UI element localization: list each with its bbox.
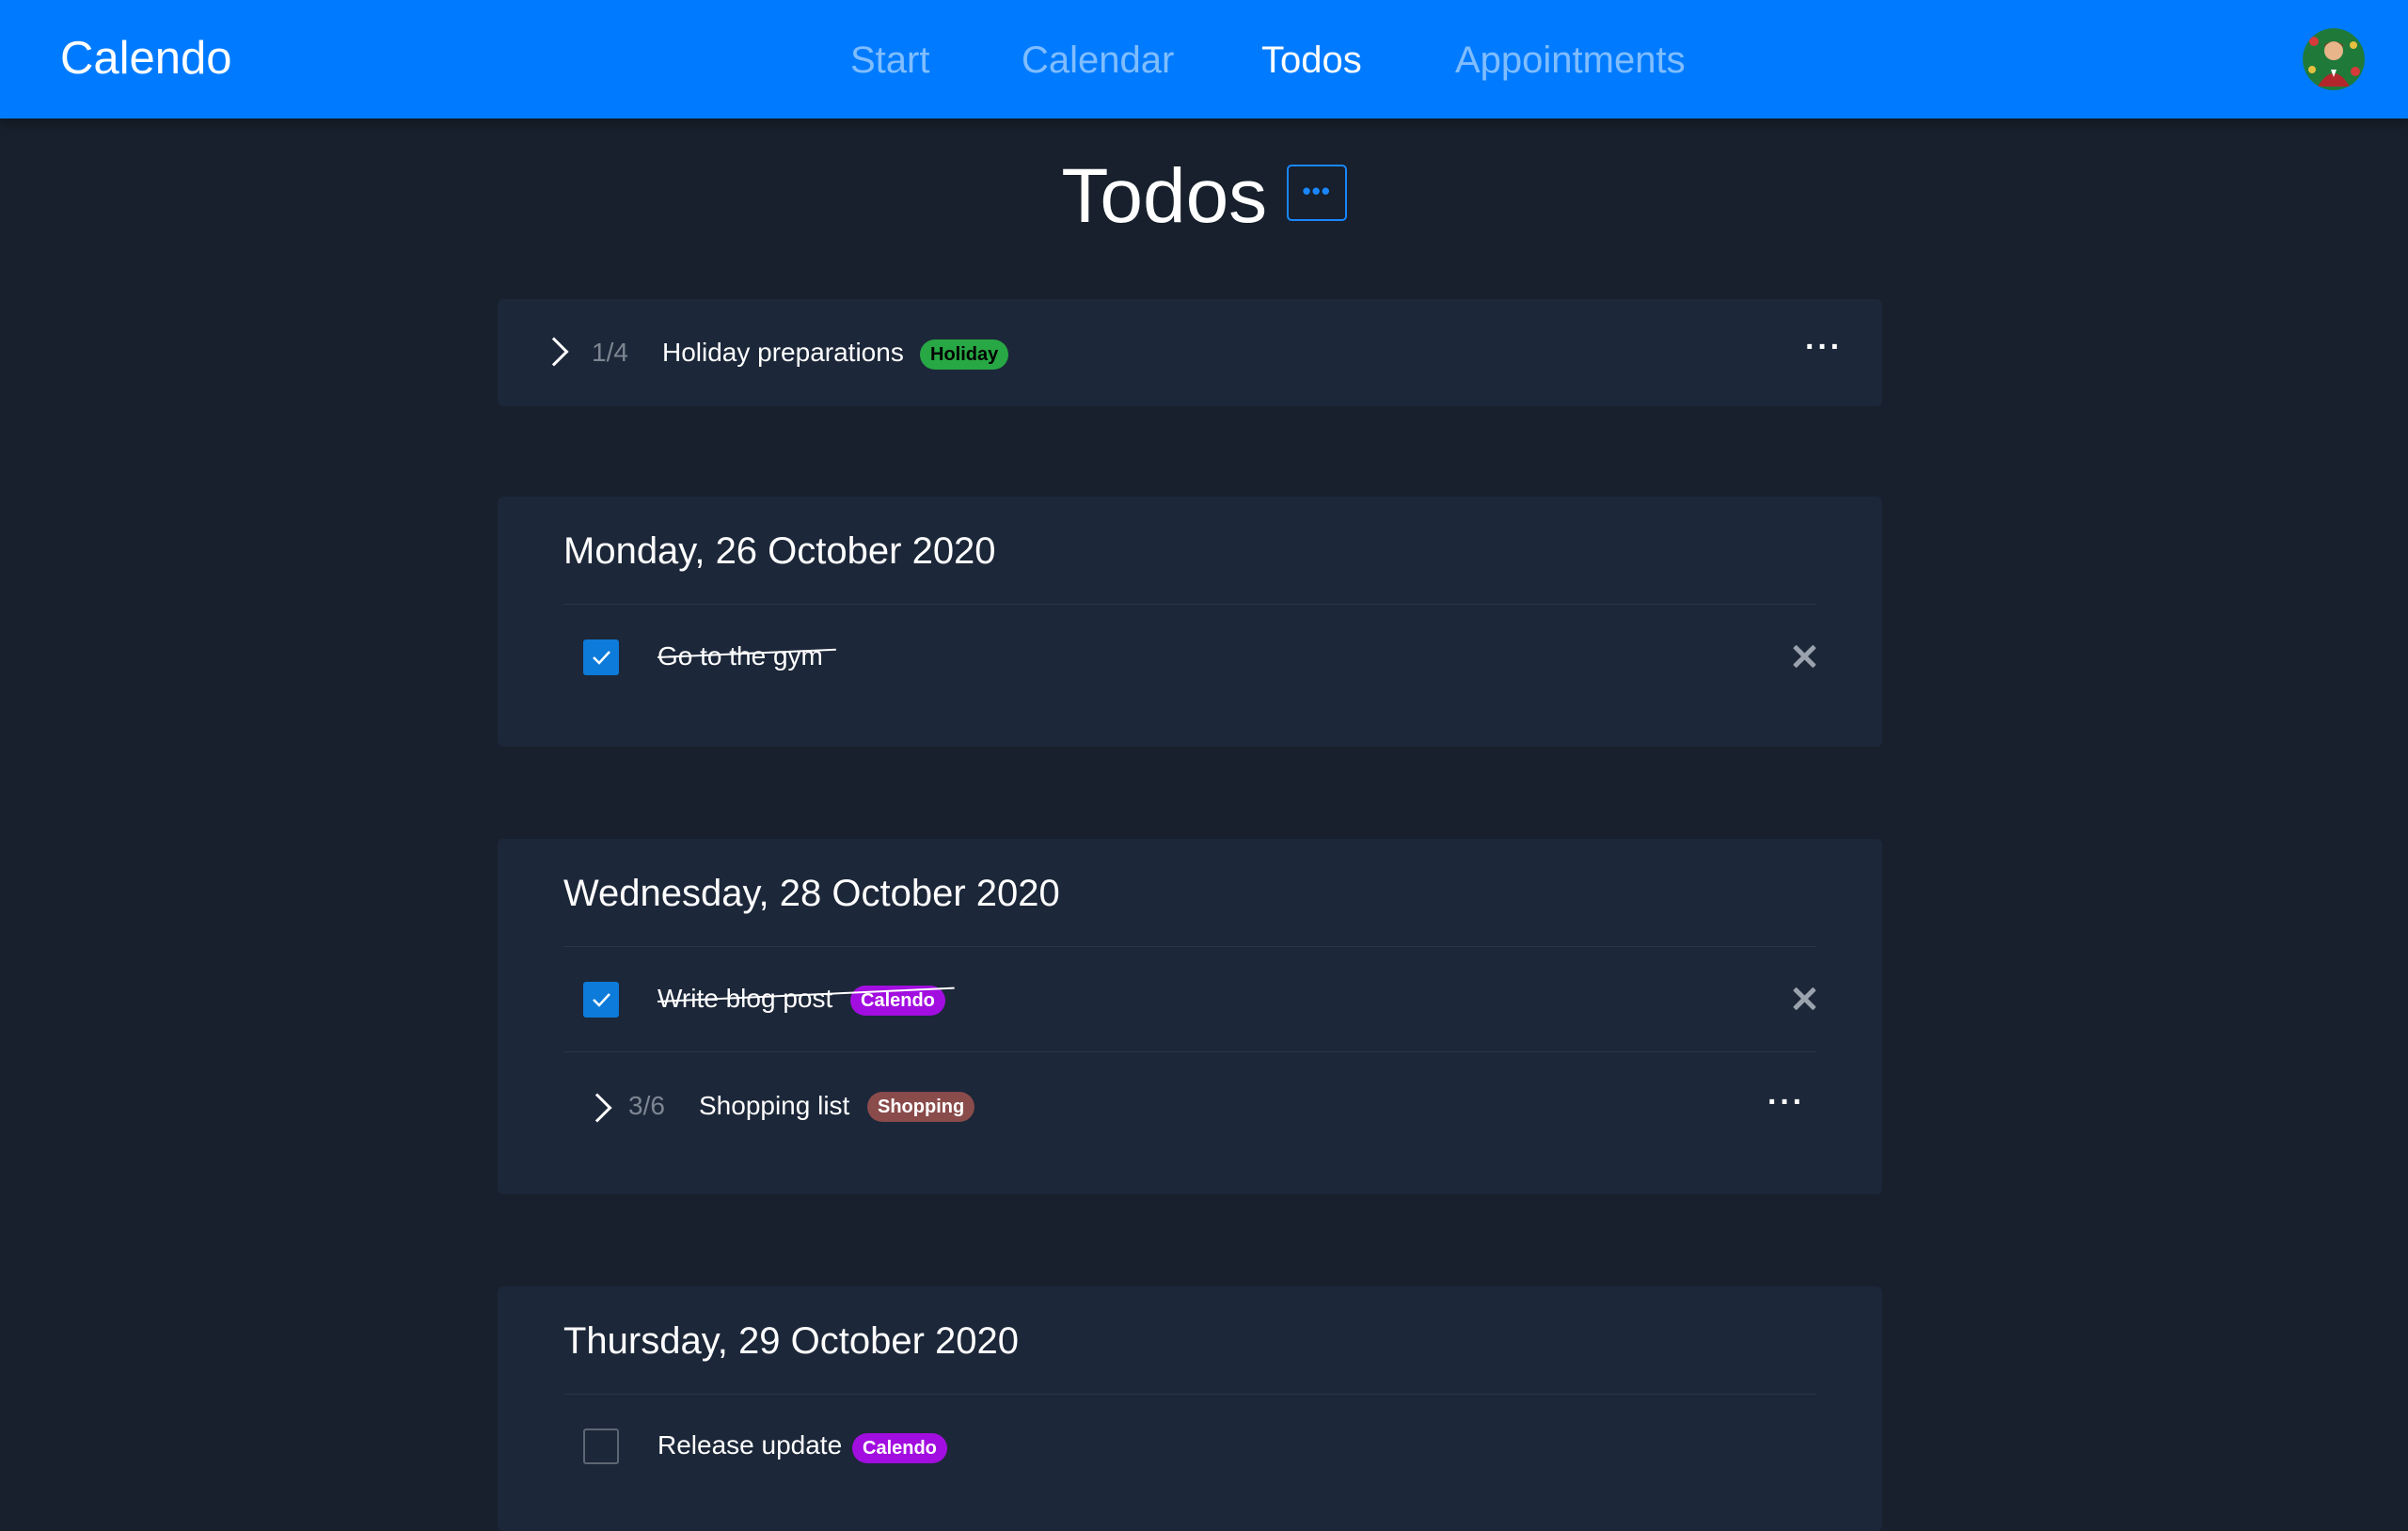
delete-icon[interactable] xyxy=(1792,644,1816,669)
nav-calendar[interactable]: Calendar xyxy=(1022,34,1174,87)
divider xyxy=(563,1394,1816,1395)
todo-label[interactable]: Release update xyxy=(657,1428,842,1462)
day-heading: Thursday, 29 October 2020 xyxy=(563,1320,1019,1362)
delete-icon[interactable] xyxy=(1792,986,1816,1011)
day-heading: Monday, 26 October 2020 xyxy=(563,530,996,572)
nav-appointments[interactable]: Appointments xyxy=(1455,34,1686,87)
brand-logo[interactable]: Calendo xyxy=(60,30,232,87)
page-header: Todos ••• xyxy=(0,145,2408,248)
tag-shopping: Shopping xyxy=(867,1092,975,1122)
group-title[interactable]: Holiday preparations xyxy=(662,336,904,370)
chevron-right-icon[interactable] xyxy=(539,337,569,367)
chevron-right-icon[interactable] xyxy=(582,1093,612,1123)
divider xyxy=(563,604,1816,605)
tag-holiday: Holiday xyxy=(920,339,1009,370)
todo-checkbox[interactable] xyxy=(583,1428,619,1464)
checkmark-icon xyxy=(593,993,610,1007)
more-options-icon[interactable]: ··· xyxy=(1805,330,1843,364)
day-card-wednesday: Wednesday, 28 October 2020 Write blog po… xyxy=(498,839,1882,1194)
day-card-thursday: Thursday, 29 October 2020 Release update… xyxy=(498,1286,1882,1531)
todo-checkbox[interactable] xyxy=(583,639,619,675)
group-progress-count: 3/6 xyxy=(628,1091,665,1120)
group-title[interactable]: Shopping list xyxy=(699,1089,849,1123)
day-card-monday: Monday, 26 October 2020 Go to the gym xyxy=(498,497,1882,747)
user-avatar[interactable] xyxy=(2303,28,2365,90)
divider xyxy=(563,946,1816,947)
nav-start[interactable]: Start xyxy=(850,34,929,87)
todo-checkbox[interactable] xyxy=(583,982,619,1018)
checkmark-icon xyxy=(593,651,610,665)
undated-todos-card: 1/4 Holiday preparations Holiday ··· xyxy=(498,299,1882,406)
day-heading: Wednesday, 28 October 2020 xyxy=(563,873,1060,914)
top-navbar: Calendo Start Calendar Todos Appointment… xyxy=(0,0,2408,118)
divider xyxy=(563,1051,1816,1052)
tag-calendo: Calendo xyxy=(852,1433,947,1463)
group-progress-count: 1/4 xyxy=(592,338,628,367)
ellipsis-icon: ••• xyxy=(1302,177,1331,205)
nav-todos[interactable]: Todos xyxy=(1261,34,1362,87)
more-options-icon[interactable]: ··· xyxy=(1767,1085,1805,1119)
page-title: Todos xyxy=(1061,153,1268,239)
todos-options-button[interactable]: ••• xyxy=(1286,165,1347,221)
